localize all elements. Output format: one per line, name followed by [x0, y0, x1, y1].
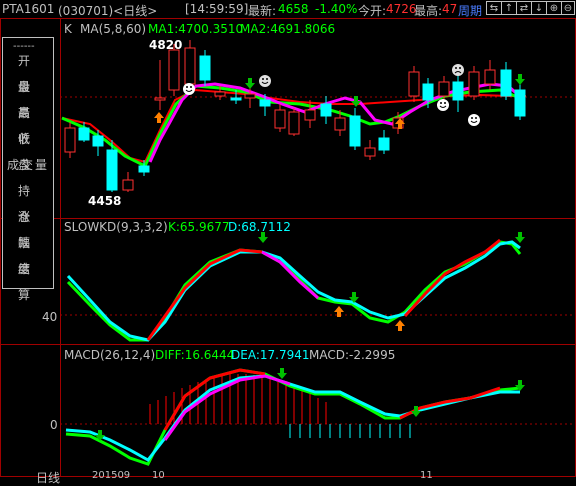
chart-canvas[interactable]	[0, 0, 576, 477]
sad-face-icon	[452, 64, 464, 76]
kd-lines	[66, 238, 522, 342]
face-eye	[186, 86, 188, 88]
candle-body	[422, 83, 434, 101]
candle-body	[168, 49, 180, 91]
signal-arrow-down	[351, 96, 361, 107]
candle-body	[259, 99, 271, 107]
candle-body	[138, 165, 150, 173]
candle-body	[452, 81, 464, 101]
candle-body	[92, 135, 104, 147]
face-eye	[444, 102, 446, 104]
candle-body	[468, 71, 480, 97]
candle-body	[514, 89, 526, 117]
candle-body	[438, 81, 450, 97]
candle-body	[154, 97, 166, 101]
signal-arrow-down	[515, 232, 525, 243]
candle-body	[288, 111, 300, 135]
candle-body	[106, 149, 118, 191]
candle-body	[408, 71, 420, 97]
face-eye	[440, 102, 442, 104]
kd-k-segment-red	[146, 248, 263, 341]
candle-body	[214, 91, 226, 97]
macd-lines	[65, 368, 521, 466]
candle-body	[230, 97, 242, 101]
candle-body	[334, 117, 346, 131]
kd-d-line	[66, 240, 521, 342]
candle-body	[378, 137, 390, 151]
candle-body	[364, 147, 376, 157]
face-eye	[455, 67, 457, 69]
candle-body	[64, 127, 76, 153]
smile-face-icon	[437, 99, 449, 111]
face-eye	[459, 67, 461, 69]
signal-arrow-up	[395, 320, 405, 331]
face-eye	[262, 78, 264, 80]
candle-body	[320, 103, 332, 117]
candle-body	[484, 69, 496, 85]
face-eye	[266, 78, 268, 80]
kd-k-line	[66, 240, 522, 342]
signal-arrow-down	[515, 74, 525, 85]
signal-arrow-down	[258, 232, 268, 243]
kd-k-segment-red-2	[403, 238, 501, 318]
candle-body	[199, 55, 211, 81]
signal-arrow-up	[154, 112, 164, 123]
candle-body	[244, 93, 256, 99]
candle-body	[122, 179, 134, 191]
candle-body	[274, 109, 286, 129]
macd-dea-line	[65, 374, 520, 462]
face-eye	[471, 117, 473, 119]
candlesticks	[64, 40, 526, 192]
signal-arrow-down	[277, 368, 287, 379]
candle-body	[78, 127, 90, 141]
candle-body	[349, 115, 361, 147]
face-eye	[475, 117, 477, 119]
face-eye	[190, 86, 192, 88]
signal-arrow-down	[245, 78, 255, 89]
smile-face-icon	[259, 75, 271, 87]
smile-face-icon	[183, 83, 195, 95]
candle-body	[304, 109, 316, 121]
kd-k-segment-magenta	[261, 250, 319, 300]
smile-face-icon	[468, 114, 480, 126]
candle-body	[500, 69, 512, 97]
candle-body	[184, 47, 196, 85]
macd-dea-segment-magenta	[163, 374, 291, 441]
